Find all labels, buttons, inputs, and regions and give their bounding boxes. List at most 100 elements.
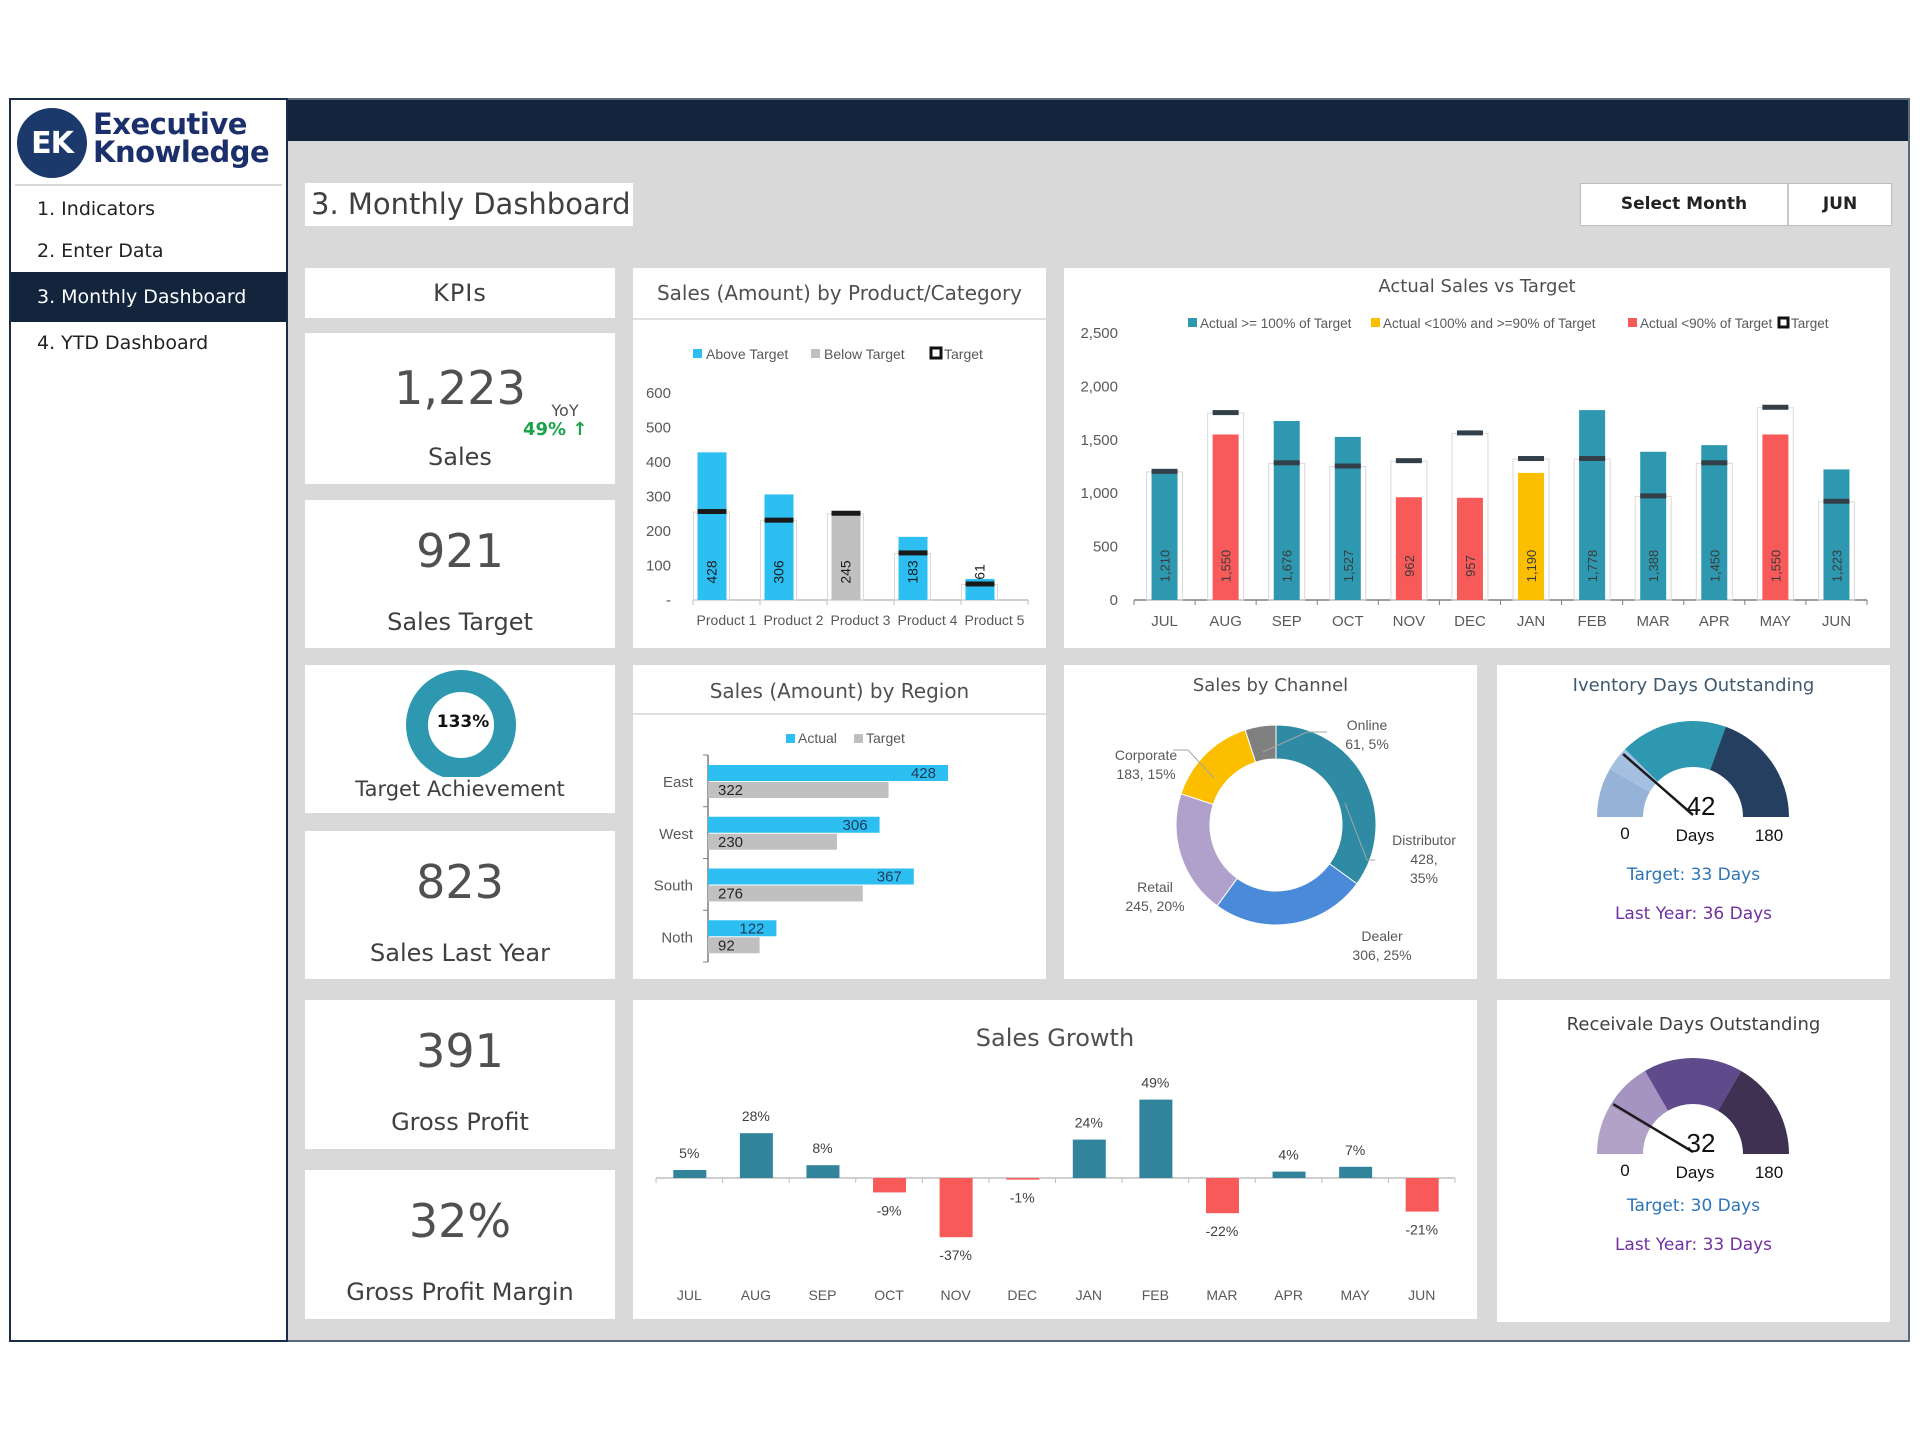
growth-bar: [939, 1178, 973, 1238]
x-tick-label: APR: [1699, 613, 1730, 630]
growth-chart: 5% JUL 28% AUG 8% SEP -9% OCT -37% NOV -1% DEC 24% JA…: [655, 1075, 1456, 1303]
bar-data-label: 230: [718, 834, 743, 851]
donut-label-name: Retail: [1137, 879, 1173, 895]
brand-name: Executive Knowledge: [93, 110, 270, 169]
x-tick-label: MAY: [1340, 1287, 1370, 1303]
bar-target-marker: [1334, 463, 1361, 469]
nav-item-indicators[interactable]: 1. Indicators: [11, 188, 286, 230]
bar-target-marker: [1456, 430, 1483, 436]
actual-vs-target-chart: Actual >= 100% of Target Actual <100% and…: [1080, 316, 1868, 630]
gauge-value: 32: [1687, 1128, 1716, 1158]
donut-slice-dealer: [1216, 863, 1358, 926]
bar-actual: [1456, 497, 1483, 600]
brand-name-line2: Knowledge: [93, 135, 270, 169]
growth-bar: [673, 1170, 707, 1178]
bar-data-label: 4%: [1278, 1147, 1298, 1163]
bar-data-label: 92: [718, 937, 735, 954]
bar-target-marker: [965, 581, 995, 587]
bar-target-marker: [1823, 498, 1850, 504]
receivable-last-year: Last Year: 33 Days: [1614, 1235, 1773, 1255]
inventory-gauge: 42 Days 0 180: [1597, 721, 1789, 845]
donut-slice-retail: [1175, 793, 1238, 907]
legend-swatch: [693, 349, 702, 358]
donut-label-value: 306, 25%: [1352, 947, 1411, 963]
month-dropdown[interactable]: JUN: [1789, 184, 1891, 225]
legend-swatch: [1188, 318, 1197, 327]
top-banner: [288, 100, 1908, 141]
receivable-target: Target: 30 Days: [1626, 1196, 1761, 1216]
x-tick-label: FEB: [1578, 613, 1607, 630]
kpis-header: KPIs: [433, 279, 487, 307]
legend-target-swatch: [929, 346, 943, 360]
sales-target-value: 921: [416, 524, 504, 578]
bar-target-marker: [1212, 410, 1239, 416]
bar-target-marker: [831, 510, 861, 516]
donut-label-value: 35%: [1410, 870, 1438, 886]
inventory-last-year: Last Year: 36 Days: [1614, 904, 1773, 924]
x-tick-label: Product 3: [831, 612, 891, 628]
nav-item-ytd-dashboard[interactable]: 4. YTD Dashboard: [11, 322, 286, 364]
x-tick-label: FEB: [1142, 1287, 1169, 1303]
legend-label: Actual <90% of Target: [1640, 316, 1772, 331]
x-tick-label: Product 5: [965, 612, 1025, 628]
legend-label: Below Target: [824, 346, 905, 362]
bar-data-label: 8%: [812, 1140, 832, 1156]
bar-data-label: 245: [838, 560, 854, 584]
channel-chart: Distributor 428, 35% Dealer 306, 25% Retail 24…: [1115, 717, 1456, 963]
y-tick-label: South: [654, 878, 693, 895]
growth-bar: [1072, 1139, 1106, 1178]
bar-target-marker: [1579, 456, 1606, 462]
bar-data-label: 962: [1402, 555, 1417, 577]
achievement-value: 133%: [436, 712, 490, 732]
sales-last-year-value: 823: [416, 855, 504, 909]
bar-target-marker: [1762, 404, 1789, 410]
y-tick-label: 100: [646, 558, 671, 575]
x-tick-label: JUL: [1151, 613, 1178, 630]
page-title: 3. Monthly Dashboard: [305, 183, 633, 226]
x-tick-label: JAN: [1076, 1287, 1102, 1303]
y-tick-label: 500: [1093, 539, 1118, 556]
donut-slice-corporate: [1180, 729, 1257, 806]
bar-data-label: 183: [905, 560, 921, 584]
bar-target-marker: [1518, 456, 1545, 462]
bar-data-label: -1%: [1010, 1190, 1035, 1206]
growth-bar: [1205, 1178, 1239, 1214]
legend-target-swatch: [1777, 316, 1790, 329]
bar-data-label: -9%: [877, 1202, 902, 1218]
nav-item-enter-data[interactable]: 2. Enter Data: [11, 230, 286, 272]
x-tick-label: APR: [1274, 1287, 1303, 1303]
x-tick-label: JAN: [1517, 613, 1545, 630]
y-tick-label: East: [663, 774, 694, 791]
receivable-gauge: 32 Days 0 180: [1597, 1058, 1789, 1182]
donut-label-value: 61, 5%: [1345, 736, 1389, 752]
nav-item-monthly-dashboard[interactable]: 3. Monthly Dashboard: [11, 272, 286, 322]
y-tick-label: 300: [646, 489, 671, 506]
legend-swatch: [1628, 318, 1637, 327]
bar-data-label: 49%: [1141, 1075, 1169, 1091]
receivable-gauge-card: Receivale Days Outstanding 32 Days 0 180 Ta…: [1497, 1000, 1890, 1322]
x-tick-label: OCT: [874, 1287, 904, 1303]
gauge-max-label: 180: [1755, 1163, 1783, 1182]
bar-data-label: 1,550: [1768, 550, 1783, 583]
bar-data-label: 1,527: [1341, 550, 1356, 583]
bar-target-marker: [1395, 458, 1422, 464]
logo-mark: EK: [17, 108, 87, 178]
y-tick-label: 0: [1110, 592, 1118, 609]
gross-profit-margin-label: Gross Profit Margin: [346, 1278, 574, 1306]
growth-bar: [1006, 1178, 1040, 1180]
growth-bar: [739, 1133, 773, 1178]
y-tick-label: 1,500: [1080, 432, 1118, 449]
bar-target-marker: [1151, 468, 1178, 474]
sidebar: EK Executive Knowledge 1. Indicators 2. …: [9, 98, 288, 1342]
x-tick-label: OCT: [1332, 613, 1364, 630]
donut-label-name: Distributor: [1392, 832, 1456, 848]
bar-target-marker: [1640, 493, 1667, 499]
gross-profit-label: Gross Profit: [391, 1108, 529, 1136]
bar-data-label: 428: [704, 560, 720, 584]
x-tick-label: JUN: [1408, 1287, 1435, 1303]
month-selector: Select Month JUN: [1580, 183, 1892, 226]
bar-data-label: 1,450: [1707, 550, 1722, 583]
sales-last-year-label: Sales Last Year: [370, 939, 550, 967]
legend-label: Target: [1791, 316, 1829, 331]
bar-data-label: 1,223: [1829, 550, 1844, 583]
